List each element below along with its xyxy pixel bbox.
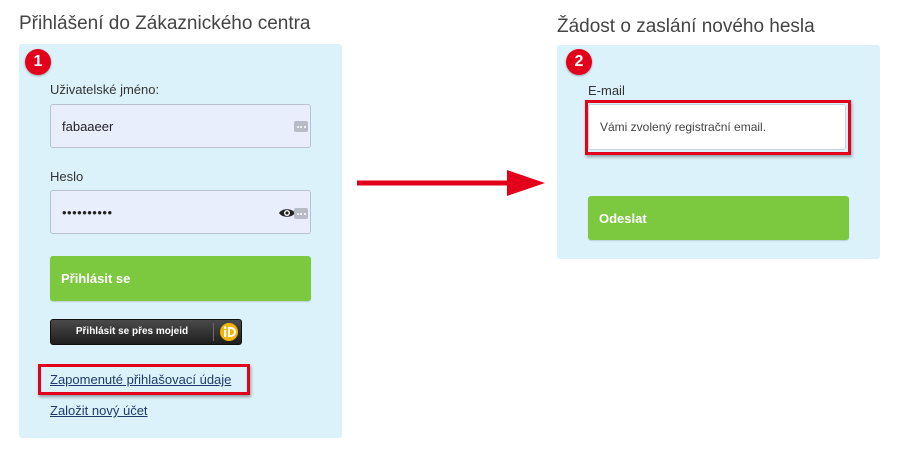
mojeid-login-button[interactable]: Přihlásit se přes mojeid [50,319,242,345]
password-value: •••••••••• [62,204,113,220]
username-value: fabaaeer [62,118,114,134]
arrow-right-icon [357,170,545,196]
email-input-highlight [585,100,851,155]
password-field[interactable]: •••••••••• [50,190,311,234]
forgot-link-highlight [38,364,250,395]
mojeid-logo-icon [220,323,238,341]
password-manager-icon[interactable] [294,208,308,219]
email-label: E-mail [588,83,625,98]
login-button[interactable]: Přihlásit se [50,256,311,301]
password-label: Heslo [50,169,84,184]
mojeid-separator [213,323,214,341]
password-manager-icon[interactable] [294,121,308,132]
submit-button[interactable]: Odeslat [588,196,849,240]
username-field[interactable]: fabaaeer [50,104,311,148]
register-link[interactable]: Založit nový účet [50,403,148,418]
step-badge-2: 2 [566,49,592,75]
mojeid-button-label: Přihlásit se přes mojeid [75,326,189,337]
reset-heading: Žádost o zaslání nového hesla [557,16,815,37]
username-label: Uživatelské jméno: [50,82,160,97]
step-badge-1: 1 [25,49,51,75]
login-heading: Přihlášení do Zákaznického centra [19,13,311,34]
